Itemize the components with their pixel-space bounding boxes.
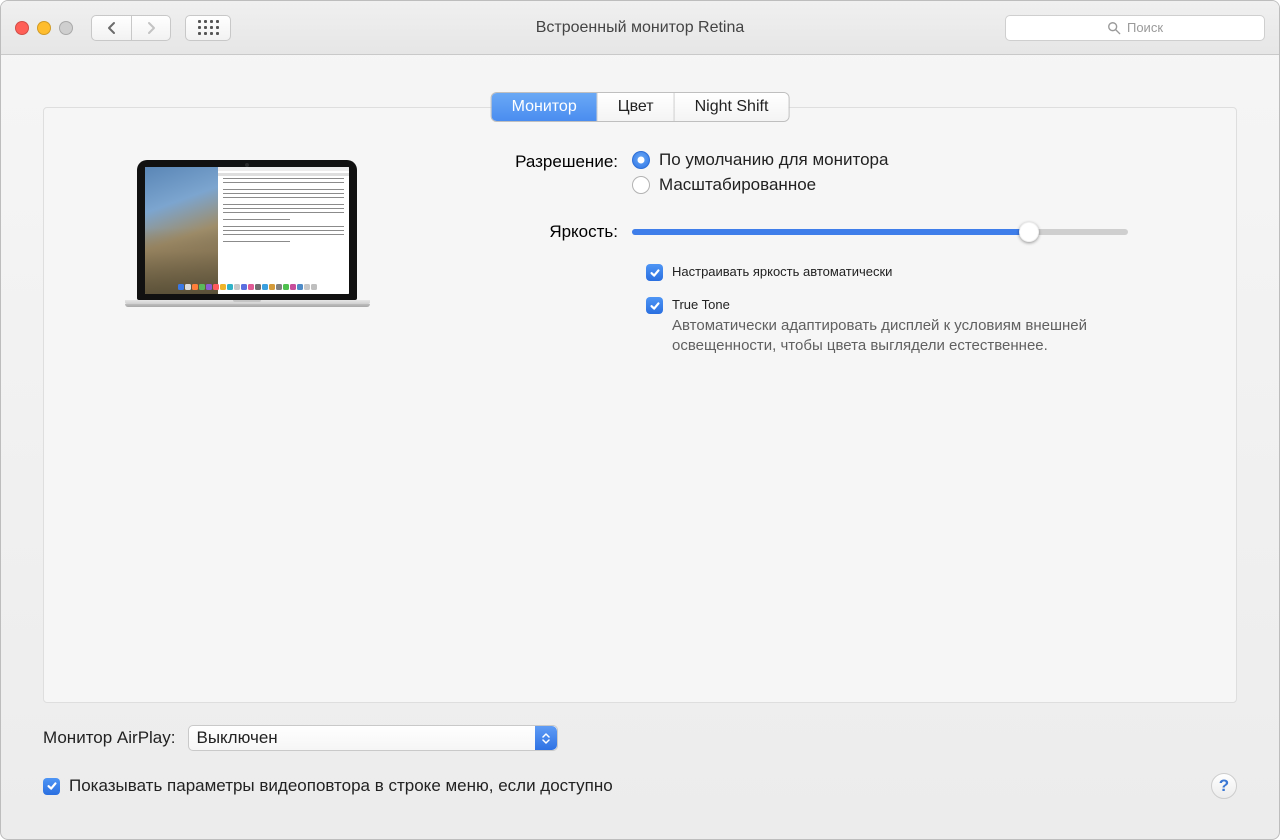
window-controls	[15, 21, 73, 35]
search-icon	[1107, 21, 1121, 35]
checkmark-icon	[646, 264, 663, 281]
preferences-window: Встроенный монитор Retina Поиск Монитор …	[0, 0, 1280, 840]
mirroring-label: Показывать параметры видеоповтора в стро…	[69, 776, 613, 796]
radio-icon	[632, 176, 650, 194]
forward-button	[131, 15, 171, 41]
brightness-label: Яркость:	[462, 222, 632, 242]
nav-buttons	[91, 15, 171, 41]
airplay-dropdown[interactable]: Выключен	[188, 725, 558, 751]
back-button[interactable]	[91, 15, 131, 41]
radio-icon	[632, 151, 650, 169]
question-icon: ?	[1219, 776, 1229, 796]
maximize-icon	[59, 21, 73, 35]
help-button[interactable]: ?	[1211, 773, 1237, 799]
search-input[interactable]: Поиск	[1005, 15, 1265, 41]
chevron-up-down-icon	[535, 726, 557, 750]
airplay-label: Монитор AirPlay:	[43, 728, 176, 748]
mirroring-checkbox[interactable]	[43, 778, 60, 795]
slider-knob-icon[interactable]	[1019, 222, 1039, 242]
laptop-icon	[125, 160, 370, 357]
auto-brightness-checkbox[interactable]: Настраивать яркость автоматически	[646, 264, 1188, 281]
settings-panel: Монитор Цвет Night Shift	[43, 107, 1237, 703]
settings-form: Разрешение: По умолчанию для монитора Ма…	[462, 146, 1188, 357]
device-preview	[92, 146, 402, 357]
checkmark-icon	[646, 297, 663, 314]
tab-color[interactable]: Цвет	[598, 93, 675, 121]
minimize-icon[interactable]	[37, 21, 51, 35]
titlebar: Встроенный монитор Retina Поиск	[1, 1, 1279, 55]
true-tone-checkbox[interactable]: True Tone Автоматически адаптировать дис…	[646, 297, 1188, 357]
resolution-default-option[interactable]: По умолчанию для монитора	[632, 150, 1188, 170]
resolution-scaled-option[interactable]: Масштабированное	[632, 175, 1188, 195]
tab-monitor[interactable]: Монитор	[492, 93, 598, 121]
brightness-slider[interactable]	[632, 229, 1128, 235]
tab-bar: Монитор Цвет Night Shift	[492, 93, 789, 121]
search-placeholder: Поиск	[1127, 20, 1163, 35]
grid-icon	[198, 20, 219, 35]
true-tone-description: Автоматически адаптировать дисплей к усл…	[672, 316, 1132, 357]
content-area: Монитор Цвет Night Shift	[1, 55, 1279, 839]
show-all-button[interactable]	[185, 15, 231, 41]
airplay-row: Монитор AirPlay: Выключен	[43, 725, 1237, 751]
resolution-label: Разрешение:	[462, 150, 632, 172]
close-icon[interactable]	[15, 21, 29, 35]
mirroring-row: Показывать параметры видеоповтора в стро…	[43, 773, 1237, 799]
tab-night-shift[interactable]: Night Shift	[675, 93, 789, 121]
